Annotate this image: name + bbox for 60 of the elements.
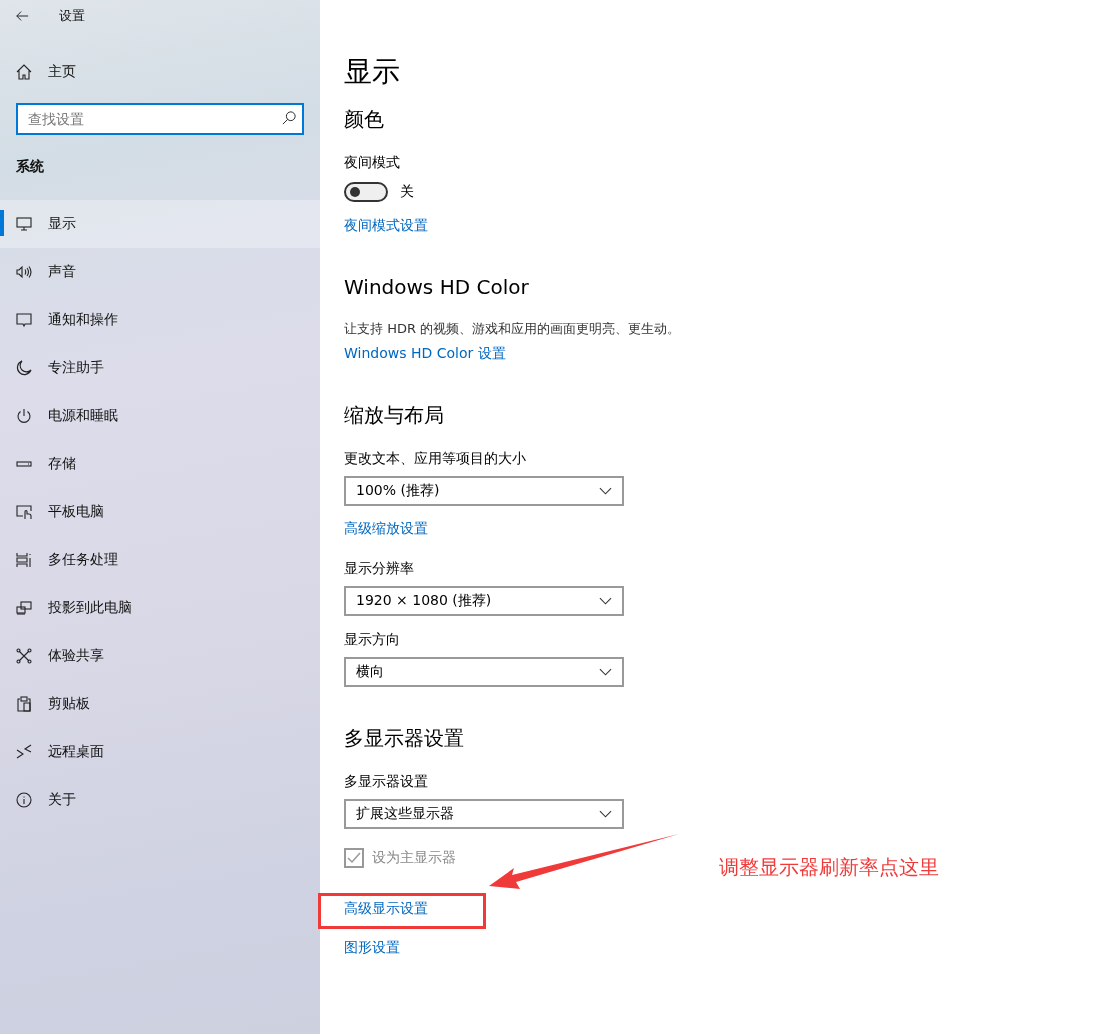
section-heading: 颜色 (344, 106, 384, 133)
section-heading: 缩放与布局 (344, 402, 444, 429)
nav-item[interactable]: 剪贴板 (0, 680, 320, 728)
nav-item[interactable]: 体验共享 (0, 632, 320, 680)
description-text: 让支持 HDR 的视频、游戏和应用的画面更明亮、更生动。 (344, 320, 681, 338)
field-label: 显示分辨率 (344, 559, 414, 578)
monitor-icon (16, 216, 32, 232)
moon-icon (16, 360, 32, 376)
nav-item[interactable]: 平板电脑 (0, 488, 320, 536)
window-title: 设置 (59, 7, 85, 25)
chevron-down-icon (599, 597, 612, 605)
nav-item[interactable]: 远程桌面 (0, 728, 320, 776)
nav-item[interactable]: 多任务处理 (0, 536, 320, 584)
checkbox-label: 设为主显示器 (372, 849, 456, 867)
message-icon (16, 312, 32, 328)
speaker-icon (16, 264, 32, 280)
field-label: 显示方向 (344, 630, 400, 649)
field-label: 更改文本、应用等项目的大小 (344, 449, 526, 468)
nav-item[interactable]: 关于 (0, 776, 320, 824)
nav-item[interactable]: 显示 (0, 200, 320, 248)
settings-link[interactable]: 高级显示设置 (344, 899, 428, 919)
field-label: 多显示器设置 (344, 772, 428, 791)
nav-item[interactable]: 声音 (0, 248, 320, 296)
toggle-state: 关 (400, 183, 414, 201)
dropdown[interactable]: 横向 (344, 657, 624, 687)
dropdown[interactable]: 扩展这些显示器 (344, 799, 624, 829)
nodes-icon (16, 648, 32, 664)
section-heading: Windows HD Color (344, 274, 529, 301)
annotation-text: 调整显示器刷新率点这里 (719, 854, 939, 881)
nav-item[interactable]: 投影到此电脑 (0, 584, 320, 632)
settings-link[interactable]: 图形设置 (344, 938, 400, 958)
dropdown[interactable]: 100% (推荐) (344, 476, 624, 506)
info-icon (16, 792, 32, 808)
chevrons-icon (16, 744, 32, 760)
page-title: 显示 (344, 54, 400, 90)
nav-item[interactable]: 存储 (0, 440, 320, 488)
section-heading: 多显示器设置 (344, 725, 464, 752)
settings-link[interactable]: 夜间模式设置 (344, 216, 428, 236)
back-arrow-icon (15, 9, 29, 23)
chevron-down-icon (599, 810, 612, 818)
chevron-down-icon (599, 487, 612, 495)
nav-item[interactable]: 电源和睡眠 (0, 392, 320, 440)
nav-item[interactable]: 通知和操作 (0, 296, 320, 344)
nav-item[interactable]: 专注助手 (0, 344, 320, 392)
screens-icon (16, 600, 32, 616)
search-icon (282, 111, 296, 125)
home-icon (16, 64, 32, 80)
clipboard-icon (16, 696, 32, 712)
chevron-down-icon (599, 668, 612, 676)
settings-link[interactable]: Windows HD Color 设置 (344, 344, 506, 364)
settings-link[interactable]: 高级缩放设置 (344, 519, 428, 539)
multitask-icon (16, 552, 32, 568)
tablet-icon (16, 504, 32, 520)
section-heading: 系统 (16, 157, 44, 176)
toggle-switch[interactable] (344, 182, 388, 202)
search-field[interactable]: 查找设置 (16, 103, 304, 135)
dropdown[interactable]: 1920 × 1080 (推荐) (344, 586, 624, 616)
home-nav-item[interactable]: 主页 (0, 52, 320, 92)
field-label: 夜间模式 (344, 153, 400, 172)
power-icon (16, 408, 32, 424)
